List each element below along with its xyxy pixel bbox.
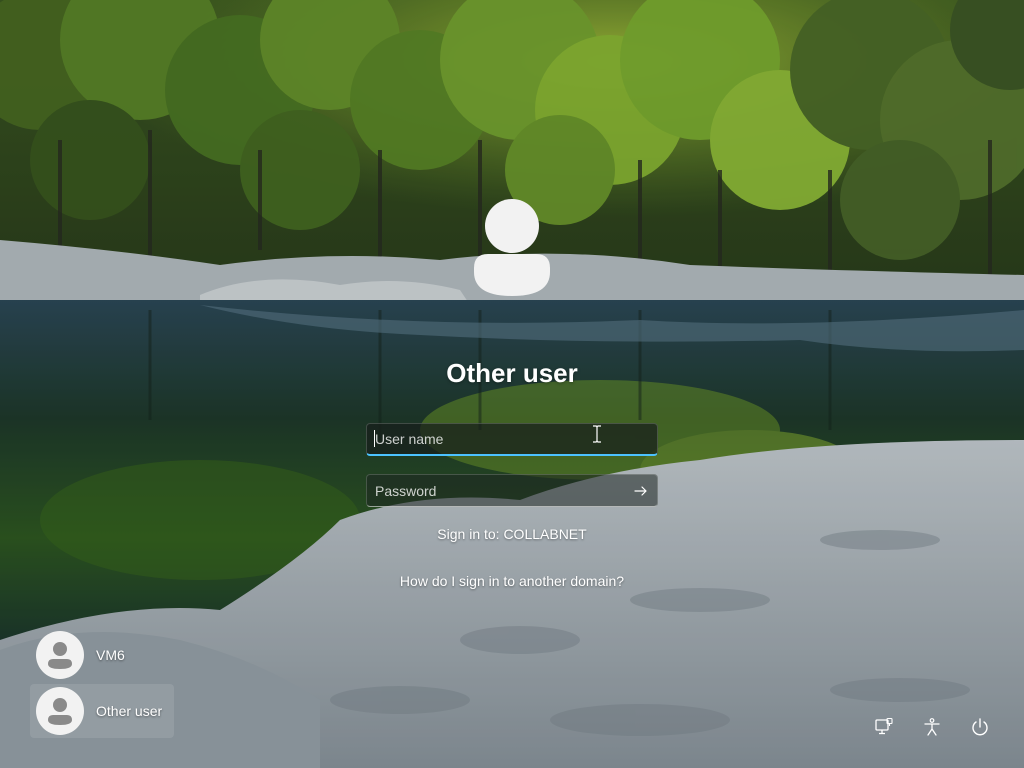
arrow-right-icon[interactable] [633,483,649,499]
sign-in-domain-text: Sign in to: COLLABNET [437,526,587,542]
user-avatar-icon [464,196,560,296]
user-item-label: Other user [96,703,163,719]
power-button[interactable] [965,712,995,742]
user-item-other-user[interactable]: Other user [30,684,174,738]
user-list: VM6 Other user [30,628,174,740]
username-input[interactable] [367,424,657,454]
user-title: Other user [446,358,578,388]
user-avatar-icon [36,687,84,735]
network-button[interactable] [869,712,899,742]
accessibility-icon [924,718,940,736]
user-avatar-icon [36,631,84,679]
password-field[interactable] [366,474,658,507]
user-item-label: VM6 [96,647,125,663]
user-item-vm6[interactable]: VM6 [30,628,174,682]
network-icon [875,717,893,735]
text-caret [374,430,375,447]
accessibility-button[interactable] [917,712,947,742]
username-field[interactable] [366,423,658,456]
lock-screen: Other user Sign in to: COLLABNET How do … [0,0,1024,768]
text-cursor-icon [592,425,602,443]
other-domain-help-link[interactable]: How do I sign in to another domain? [312,573,712,589]
power-icon [972,718,988,736]
password-input[interactable] [367,475,657,506]
